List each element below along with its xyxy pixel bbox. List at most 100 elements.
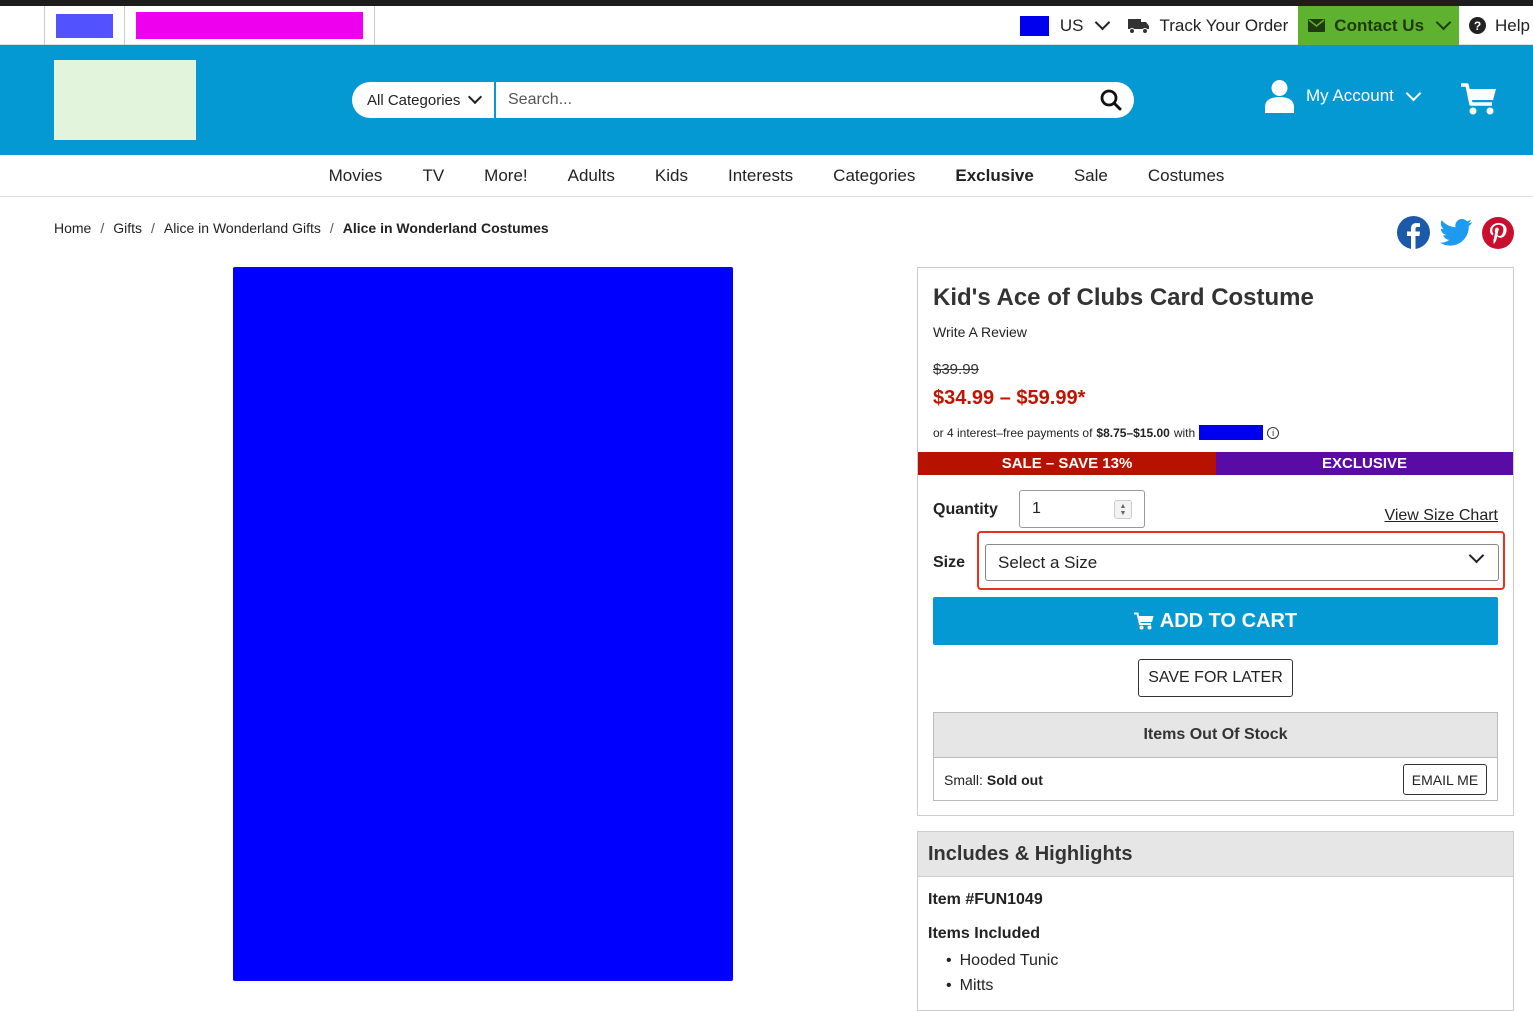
track-order-link[interactable]: Track Your Order [1118, 6, 1298, 45]
quantity-spinner[interactable]: ▲ ▼ [1114, 500, 1132, 519]
exclusive-badge: EXCLUSIVE [1216, 452, 1513, 475]
nav-kids[interactable]: Kids [655, 166, 688, 186]
breadcrumb-home[interactable]: Home [54, 220, 91, 236]
contact-us-label: Contact Us [1334, 15, 1425, 35]
main-nav: Movies TV More! Adults Kids Interests Ca… [0, 155, 1533, 197]
my-account-menu[interactable]: My Account [1265, 79, 1422, 113]
country-selector[interactable]: US [1010, 6, 1119, 45]
utility-links: US Track Your Order Contact Us ? Help [1010, 6, 1533, 45]
size-label: Size [933, 554, 966, 571]
view-size-chart-link[interactable]: View Size Chart [1384, 507, 1498, 525]
info-icon[interactable]: i [1267, 426, 1280, 439]
out-of-stock-heading: Items Out Of Stock [934, 713, 1497, 758]
add-to-cart-label: ADD TO CART [1159, 609, 1298, 632]
size-select[interactable]: Select a Size [985, 544, 1499, 581]
nav-tv[interactable]: TV [422, 166, 444, 186]
quantity-label: Quantity [933, 501, 998, 518]
truck-icon [1128, 18, 1150, 34]
save-for-later-button[interactable]: SAVE FOR LATER [1138, 659, 1293, 697]
nav-categories[interactable]: Categories [833, 166, 915, 186]
cart-button[interactable] [1460, 82, 1498, 121]
category-label: All Categories [367, 91, 461, 109]
twitter-icon[interactable] [1440, 219, 1472, 247]
breadcrumb-current: Alice in Wonderland Costumes [342, 220, 549, 236]
country-label: US [1059, 15, 1084, 35]
chevron-down-icon [1435, 14, 1452, 31]
out-of-stock-panel: Items Out Of Stock Small: Sold out EMAIL… [933, 712, 1498, 801]
user-icon [1265, 80, 1294, 113]
nav-exclusive[interactable]: Exclusive [955, 166, 1033, 186]
search-bar: All Categories [352, 82, 1134, 118]
site-logo[interactable] [54, 60, 196, 140]
svg-text:?: ? [1474, 19, 1481, 33]
product-image[interactable] [233, 267, 733, 981]
nav-adults[interactable]: Adults [568, 166, 615, 186]
chevron-down-icon [1405, 85, 1422, 101]
envelope-icon [1308, 19, 1326, 32]
installments-amount: $8.75–$15.00 [1096, 425, 1170, 440]
email-me-button[interactable]: EMAIL ME [1403, 764, 1487, 795]
breadcrumb-separator: / [100, 220, 105, 236]
nav-more[interactable]: More! [484, 166, 527, 186]
partner-logo-1[interactable] [44, 6, 124, 45]
breadcrumb-separator: / [329, 220, 334, 236]
chevron-down-icon [1095, 14, 1111, 31]
breadcrumb: Home / Gifts / Alice in Wonderland Gifts… [54, 220, 549, 236]
pinterest-icon[interactable] [1482, 217, 1514, 249]
quantity-value: 1 [1032, 500, 1041, 517]
nav-sale[interactable]: Sale [1074, 166, 1108, 186]
track-order-label: Track Your Order [1159, 15, 1289, 35]
chevron-down-icon [468, 89, 483, 105]
cart-icon [1461, 83, 1496, 115]
nav-movies[interactable]: Movies [329, 166, 383, 186]
contact-us-button[interactable]: Contact Us [1298, 6, 1460, 45]
chevron-down-icon [1468, 547, 1485, 564]
payment-provider-logo [1199, 425, 1264, 440]
partner-logo-image-1 [56, 13, 113, 38]
write-review-link[interactable]: Write A Review [933, 324, 1027, 340]
help-link[interactable]: ? Help [1459, 6, 1533, 45]
out-of-stock-row: Small: Sold out EMAIL ME [934, 758, 1497, 801]
item-number: Item #FUN1049 [928, 891, 1043, 908]
includes-highlights-panel: Includes & Highlights Item #FUN1049 Item… [917, 831, 1514, 1011]
my-account-label: My Account [1306, 86, 1394, 105]
sale-price: $34.99 – $59.99* [933, 387, 1086, 409]
highlights-heading: Includes & Highlights [918, 832, 1513, 877]
breadcrumb-gifts[interactable]: Gifts [113, 220, 142, 236]
out-of-stock-size: Small: [944, 771, 983, 788]
site-header: All Categories My Account [0, 45, 1533, 155]
category-dropdown[interactable]: All Categories [352, 82, 496, 118]
chevron-down-icon[interactable]: ▼ [1120, 510, 1127, 517]
nav-costumes[interactable]: Costumes [1148, 166, 1225, 186]
installments-suffix: with [1173, 425, 1196, 440]
quantity-stepper[interactable]: 1 ▲ ▼ [1019, 490, 1145, 528]
help-icon: ? [1469, 17, 1487, 34]
items-included-list: Hooded Tunic Mitts [946, 948, 1059, 998]
search-button[interactable] [1088, 82, 1134, 118]
buy-box: Kid's Ace of Clubs Card Costume Write A … [917, 267, 1514, 816]
items-included-heading: Items Included [928, 925, 1041, 942]
badges: SALE – SAVE 13% EXCLUSIVE [918, 452, 1513, 475]
breadcrumb-alice-gifts[interactable]: Alice in Wonderland Gifts [164, 220, 321, 236]
size-select-value: Select a Size [998, 552, 1098, 572]
search-icon [1100, 89, 1122, 111]
sale-badge: SALE – SAVE 13% [918, 452, 1216, 475]
breadcrumb-separator: / [151, 220, 155, 236]
chevron-up-icon[interactable]: ▲ [1120, 503, 1127, 510]
utility-bar: US Track Your Order Contact Us ? Help [0, 6, 1533, 45]
installments-info: or 4 interest–free payments of $8.75–$15… [933, 425, 1280, 440]
installments-prefix: or 4 interest–free payments of [933, 425, 1093, 440]
product-title: Kid's Ace of Clubs Card Costume [933, 284, 1314, 311]
partner-logo-image-2 [136, 12, 363, 39]
facebook-icon[interactable] [1397, 216, 1430, 249]
nav-interests[interactable]: Interests [728, 166, 793, 186]
cart-icon [1133, 612, 1154, 630]
out-of-stock-status: Sold out [986, 771, 1043, 788]
search-input[interactable] [496, 82, 1088, 118]
original-price: $39.99 [933, 361, 979, 378]
add-to-cart-button[interactable]: ADD TO CART [933, 597, 1498, 645]
partner-logo-2[interactable] [124, 6, 375, 45]
list-item: Hooded Tunic [946, 948, 1059, 973]
help-label: Help [1495, 15, 1530, 35]
list-item: Mitts [946, 973, 1058, 998]
